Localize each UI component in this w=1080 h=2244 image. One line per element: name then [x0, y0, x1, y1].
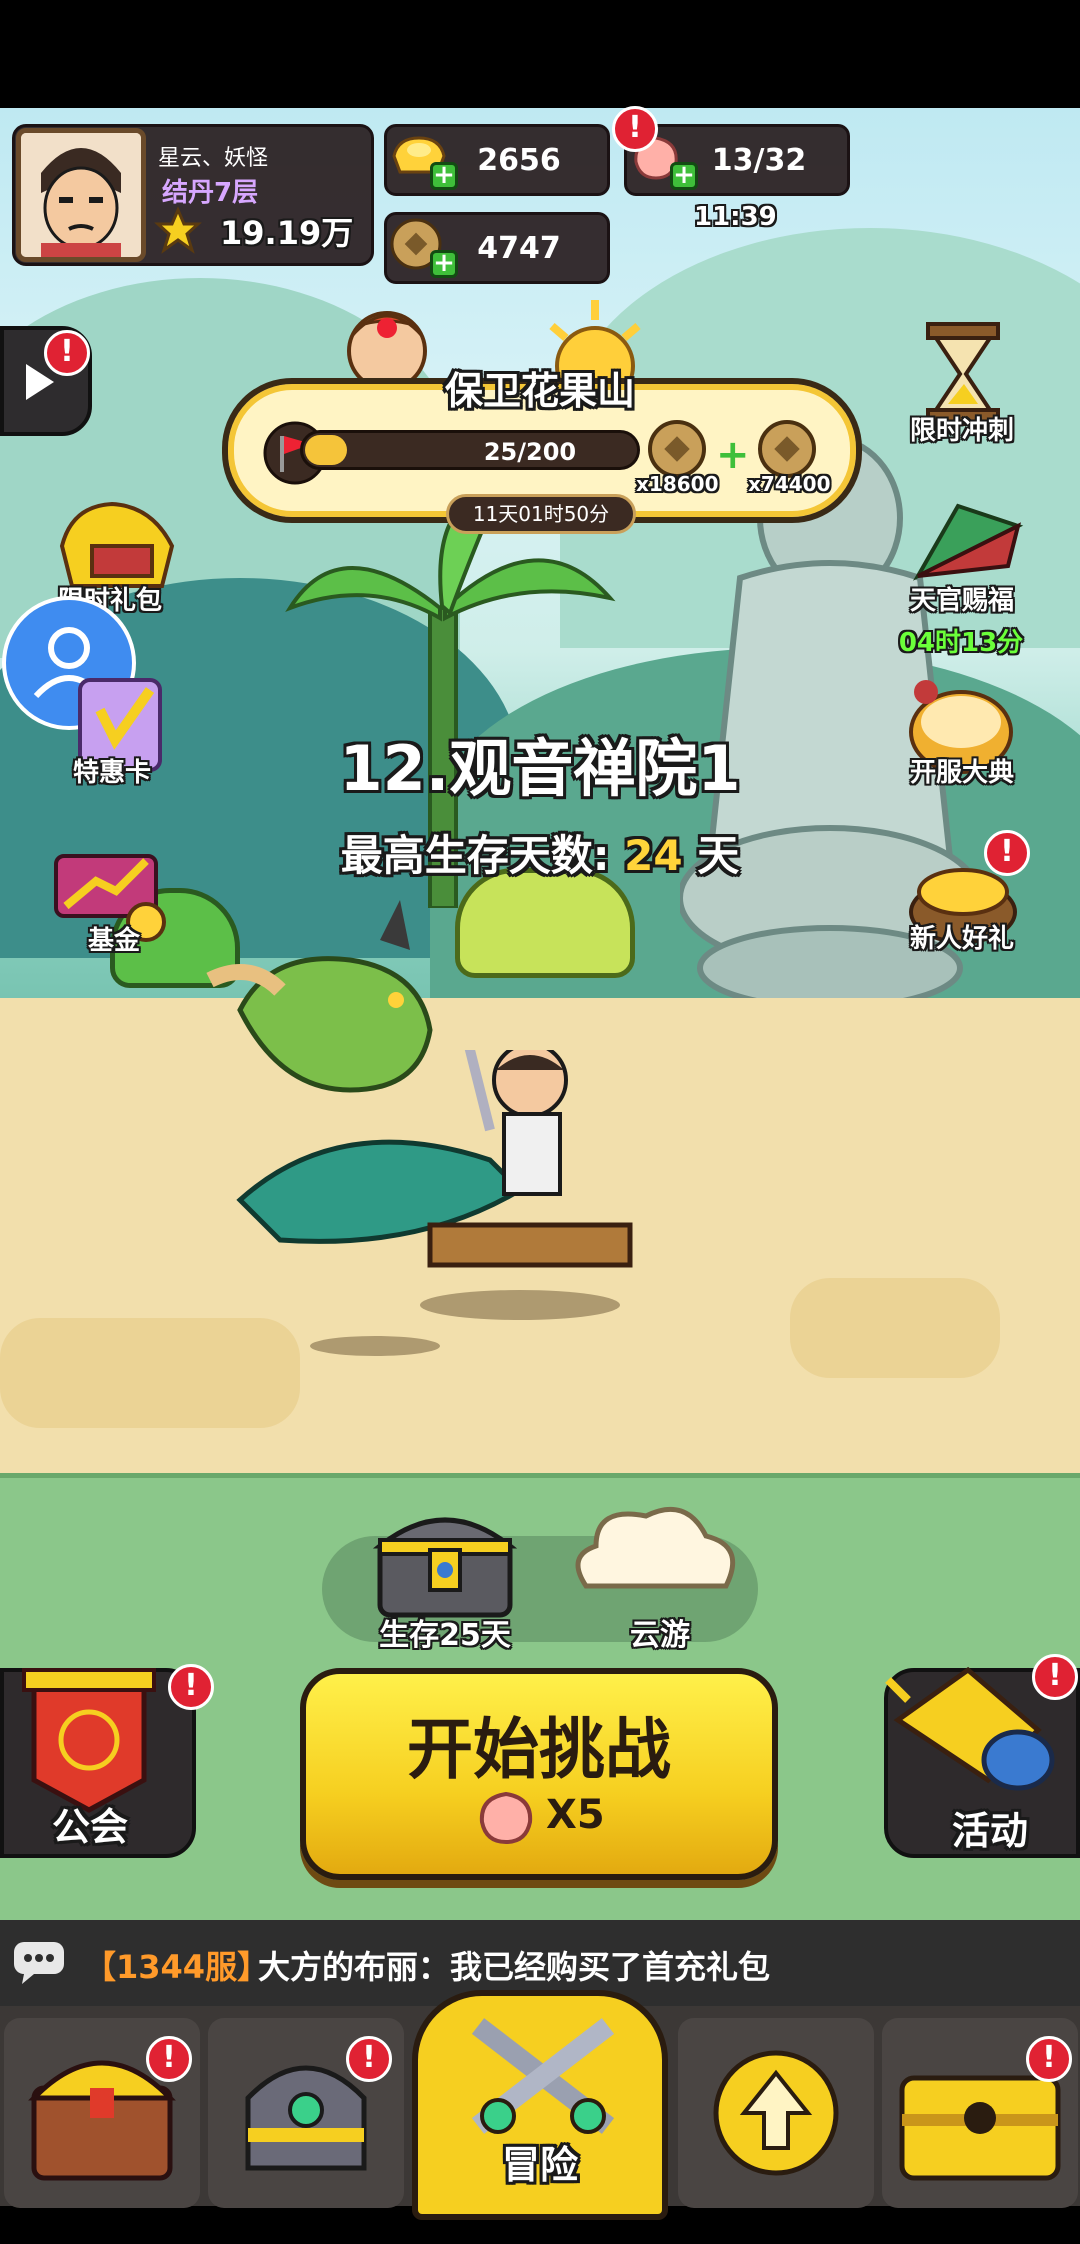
avatar[interactable]: [16, 128, 146, 262]
best-days-unit: 天: [697, 831, 740, 880]
gold-value: 2656: [477, 142, 561, 178]
treasure-chest-icon[interactable]: [370, 1500, 520, 1620]
chat-server: 【1344服】: [84, 1948, 270, 1986]
player-hero: [236, 1050, 633, 1268]
newbie-gift-alert-badge: !: [984, 830, 1030, 876]
stamina-value: 13/32: [711, 142, 807, 178]
event-title: 保卫花果山: [444, 369, 635, 413]
official-blessing-label[interactable]: 天官赐福: [862, 580, 1062, 617]
chest-label[interactable]: 生存25天: [345, 1610, 545, 1654]
guild-alert-badge: !: [168, 1664, 214, 1710]
nav-tab-adventure[interactable]: 冒险: [412, 1990, 668, 2220]
blessing-timer: 04时13分: [898, 628, 1024, 658]
pet-shadow: [310, 1336, 440, 1356]
stamina-alert-badge: !: [612, 106, 658, 152]
nav-vault-alert-badge: !: [1026, 2036, 1072, 2082]
stage-name: 12.观音禅院1: [339, 732, 741, 805]
event-progress-text: 25/200: [483, 438, 577, 466]
nav-adventure-label: 冒险: [501, 2143, 578, 2187]
event-countdown: 11天01时50分: [446, 494, 636, 534]
upgrade-arrow-icon: [713, 2050, 839, 2176]
power-icon: [154, 206, 202, 254]
reward-amount-a: x18600: [636, 472, 719, 496]
player-face-icon: [21, 133, 141, 257]
add-gold-button[interactable]: +: [430, 162, 458, 190]
reward-amount-b: x74400: [748, 472, 831, 496]
activity-label: 活动: [951, 1809, 1028, 1853]
activity-alert-badge: !: [1032, 1654, 1078, 1700]
limited-sprint-label[interactable]: 限时冲刺: [862, 410, 1062, 447]
bush: [455, 868, 635, 978]
newbie-gift-label[interactable]: 新人好礼: [862, 918, 1062, 955]
reward-coin-icon[interactable]: [646, 418, 708, 480]
best-days-label: 最高生存天数:: [340, 831, 610, 880]
best-days-line: 最高生存天数: 24 天: [240, 822, 840, 883]
reward-coin-icon[interactable]: [756, 418, 818, 480]
best-days-value: 24: [624, 831, 683, 880]
add-coin-button[interactable]: +: [430, 250, 458, 278]
nav-treasure-alert-badge: !: [146, 2036, 192, 2082]
chat-message: 大方的布丽：我已经购买了首充礼包: [258, 1948, 771, 1986]
peach-icon: [479, 1791, 533, 1845]
hero-shadow: [420, 1290, 620, 1320]
event-progress-fill: [305, 435, 347, 465]
special-card-label[interactable]: 特惠卡: [12, 752, 212, 789]
cloud-icon[interactable]: [566, 1496, 746, 1606]
sand-patch: [0, 1318, 300, 1428]
reward-plus-icon: +: [716, 432, 750, 478]
nav-tab-upgrade[interactable]: [678, 2018, 874, 2208]
start-cost: X5: [546, 1792, 605, 1838]
chat-bubble-icon: [14, 1942, 64, 1984]
stamina-timer: 11:39: [694, 202, 777, 232]
fund-label[interactable]: 基金: [14, 920, 214, 957]
add-stamina-button[interactable]: +: [670, 162, 698, 190]
sand-patch: [790, 1278, 1000, 1378]
player-realm: 结丹7层: [162, 178, 259, 208]
cloud-label[interactable]: 云游: [580, 1610, 740, 1654]
video-alert-badge: !: [44, 330, 90, 376]
crossed-swords-icon: [471, 2018, 615, 2134]
server-ceremony-label[interactable]: 开服大典: [862, 752, 1062, 789]
guild-label: 公会: [51, 1805, 128, 1849]
coin-value: 4747: [477, 230, 561, 266]
start-challenge-label: 开始挑战: [407, 1711, 671, 1788]
nav-equipment-alert-badge: !: [346, 2036, 392, 2082]
player-power: 19.19万: [220, 214, 354, 252]
start-challenge-button[interactable]: 开始挑战 X5: [300, 1668, 778, 1880]
player-name: 星云、妖怪: [158, 146, 269, 171]
